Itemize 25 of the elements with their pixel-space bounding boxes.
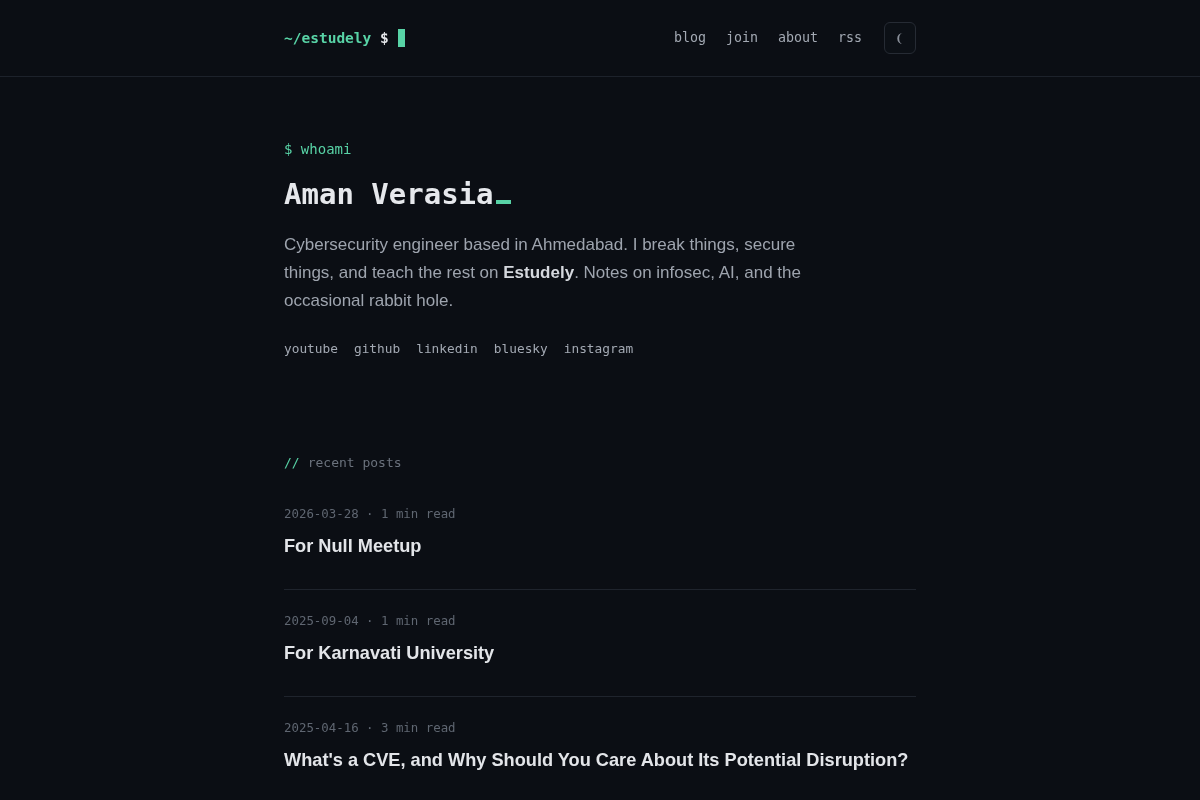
theme-toggle-button[interactable] <box>884 22 916 54</box>
social-link[interactable]: bluesky <box>493 339 548 359</box>
moon-icon <box>897 32 903 44</box>
nav-link[interactable]: rss <box>837 28 862 48</box>
post-meta: 2026-03-28 · 1 min read <box>284 505 456 523</box>
cursor-block-icon <box>397 29 405 47</box>
nav-link[interactable]: blog <box>673 28 706 48</box>
home-link[interactable]: ~/estudely $ <box>284 28 405 48</box>
nav-link[interactable]: about <box>777 28 818 48</box>
social-link[interactable]: instagram <box>563 339 634 359</box>
nav-link[interactable]: join <box>725 28 758 48</box>
social-link[interactable]: linkedin <box>416 339 478 359</box>
command-text: $ whoami <box>284 140 352 159</box>
post-meta: 2025-04-16 · 3 min read <box>284 719 456 737</box>
post-title-link[interactable]: For Null Meetup <box>284 533 422 559</box>
post-title-link[interactable]: What's a CVE, and Why Should You Care About Its Potential Disruption? <box>284 747 909 773</box>
social-link[interactable]: github <box>353 339 401 359</box>
social-link[interactable]: youtube <box>284 339 338 359</box>
post-title-link[interactable]: For Karnavati University <box>284 640 495 666</box>
name-heading: Aman Verasia <box>284 176 494 213</box>
cursor-icon <box>495 200 511 204</box>
bio-text: Cybersecurity engineer based in Ahmedabad. I break things, secure things, and teach the rest on Estudely. Notes on infosec, AI, and the occasional rabbit hole. <box>284 234 802 312</box>
section-heading: recent posts <box>307 454 402 472</box>
comment-marker: // <box>284 454 300 472</box>
post-meta: 2025-09-04 · 1 min read <box>284 612 456 630</box>
